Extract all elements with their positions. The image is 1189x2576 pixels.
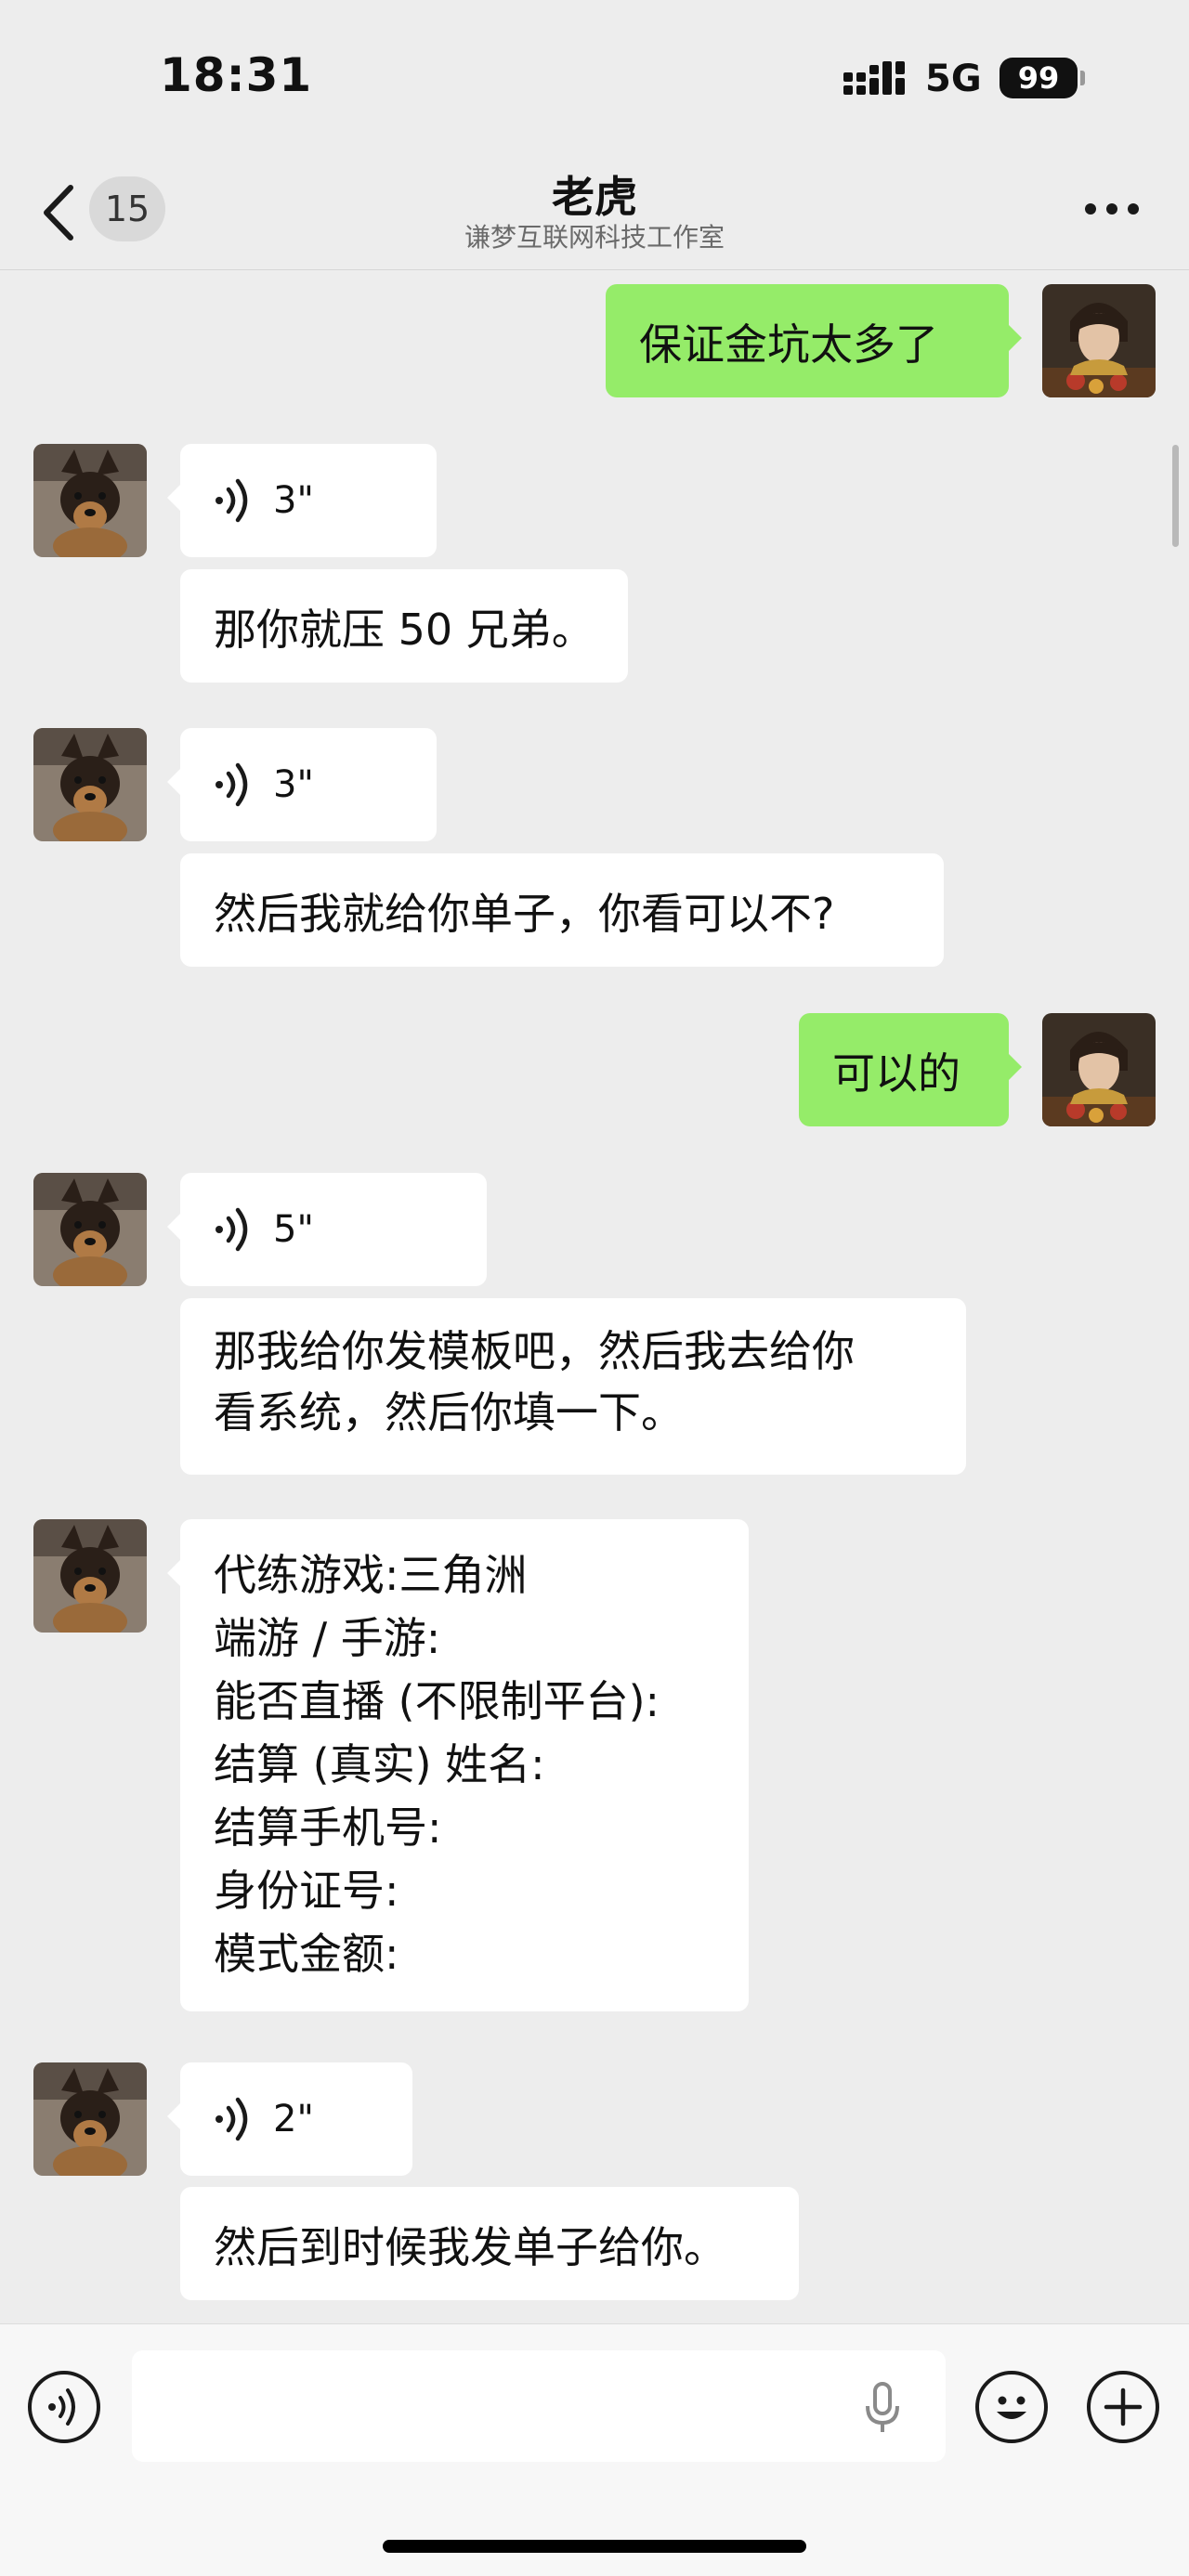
battery-tip — [1080, 71, 1085, 85]
microphone-icon[interactable] — [864, 2382, 901, 2434]
scrollbar[interactable] — [1172, 445, 1179, 547]
input-bar — [0, 2323, 1189, 2576]
my-avatar[interactable] — [1042, 1013, 1156, 1126]
chat-screen: 18:31 5G 99 15 老虎 谦梦互联网科技工作室 保证金坑太多了 3" … — [0, 0, 1189, 2576]
plus-icon — [1104, 2387, 1143, 2426]
person-avatar-icon — [1042, 284, 1156, 397]
emoji-icon — [997, 2396, 1026, 2419]
contact-avatar[interactable] — [33, 1173, 147, 1286]
contact-avatar[interactable] — [33, 2062, 147, 2176]
voice-input-button[interactable] — [28, 2371, 100, 2443]
more-icon[interactable] — [1079, 186, 1144, 232]
signal-icon — [843, 61, 905, 95]
voice-duration: 5" — [273, 1208, 314, 1251]
voice-message[interactable]: 5" — [167, 1173, 487, 1286]
status-time: 18:31 — [160, 48, 313, 102]
dog-avatar-icon — [33, 2062, 147, 2176]
dog-avatar-icon — [33, 728, 147, 841]
chat-title: 老虎 — [552, 172, 637, 222]
voice-wave-icon — [216, 1207, 248, 1252]
voice-message[interactable]: 3" — [167, 728, 437, 841]
person-avatar-icon — [1042, 1013, 1156, 1126]
home-indicator[interactable] — [383, 2540, 806, 2553]
voice-duration: 3" — [273, 763, 314, 806]
message-bubble-received[interactable]: 然后我就给你单子，你看可以不? — [180, 853, 944, 967]
voice-message[interactable]: 3" — [167, 444, 437, 557]
status-bar: 18:31 5G 99 — [0, 0, 1189, 149]
message-bubble-received[interactable]: 那我给你发模板吧，然后我去给你 看系统，然后你填一下。 — [180, 1298, 966, 1475]
voice-wave-icon — [216, 478, 248, 523]
message-input[interactable] — [132, 2350, 946, 2462]
dog-avatar-icon — [33, 1173, 147, 1286]
emoji-button[interactable] — [975, 2371, 1048, 2443]
chat-subtitle: 谦梦互联网科技工作室 — [464, 222, 725, 253]
message-bubble-sent[interactable]: 可以的 — [799, 1013, 1022, 1126]
voice-duration: 3" — [273, 479, 314, 522]
network-type: 5G — [925, 58, 982, 100]
battery-indicator: 99 — [1000, 58, 1078, 98]
voice-input-icon — [48, 2388, 75, 2426]
contact-avatar[interactable] — [33, 444, 147, 557]
message-bubble-received[interactable]: 然后到时候我发单子给你。 — [180, 2187, 799, 2300]
contact-avatar[interactable] — [33, 1519, 147, 1633]
voice-wave-icon — [216, 762, 248, 807]
message-bubble-sent[interactable]: 保证金坑太多了 — [606, 284, 1022, 397]
message-bubble-received[interactable]: 代练游戏:三角洲 端游 / 手游: 能否直播 (不限制平台): 结算 (真实) … — [167, 1519, 749, 2011]
dog-avatar-icon — [33, 1519, 147, 1633]
voice-duration: 2" — [273, 2098, 314, 2140]
plus-button[interactable] — [1087, 2371, 1159, 2443]
contact-avatar[interactable] — [33, 728, 147, 841]
voice-wave-icon — [216, 2097, 248, 2141]
message-bubble-received[interactable]: 那你就压 50 兄弟。 — [180, 569, 628, 683]
message-list[interactable]: 保证金坑太多了 3" 那你就压 50 兄弟。 3" 然后我就给你单子，你看可以不… — [0, 270, 1189, 2323]
my-avatar[interactable] — [1042, 284, 1156, 397]
dog-avatar-icon — [33, 444, 147, 557]
voice-message[interactable]: 2" — [167, 2062, 412, 2176]
nav-bar: 15 老虎 谦梦互联网科技工作室 — [0, 149, 1189, 270]
